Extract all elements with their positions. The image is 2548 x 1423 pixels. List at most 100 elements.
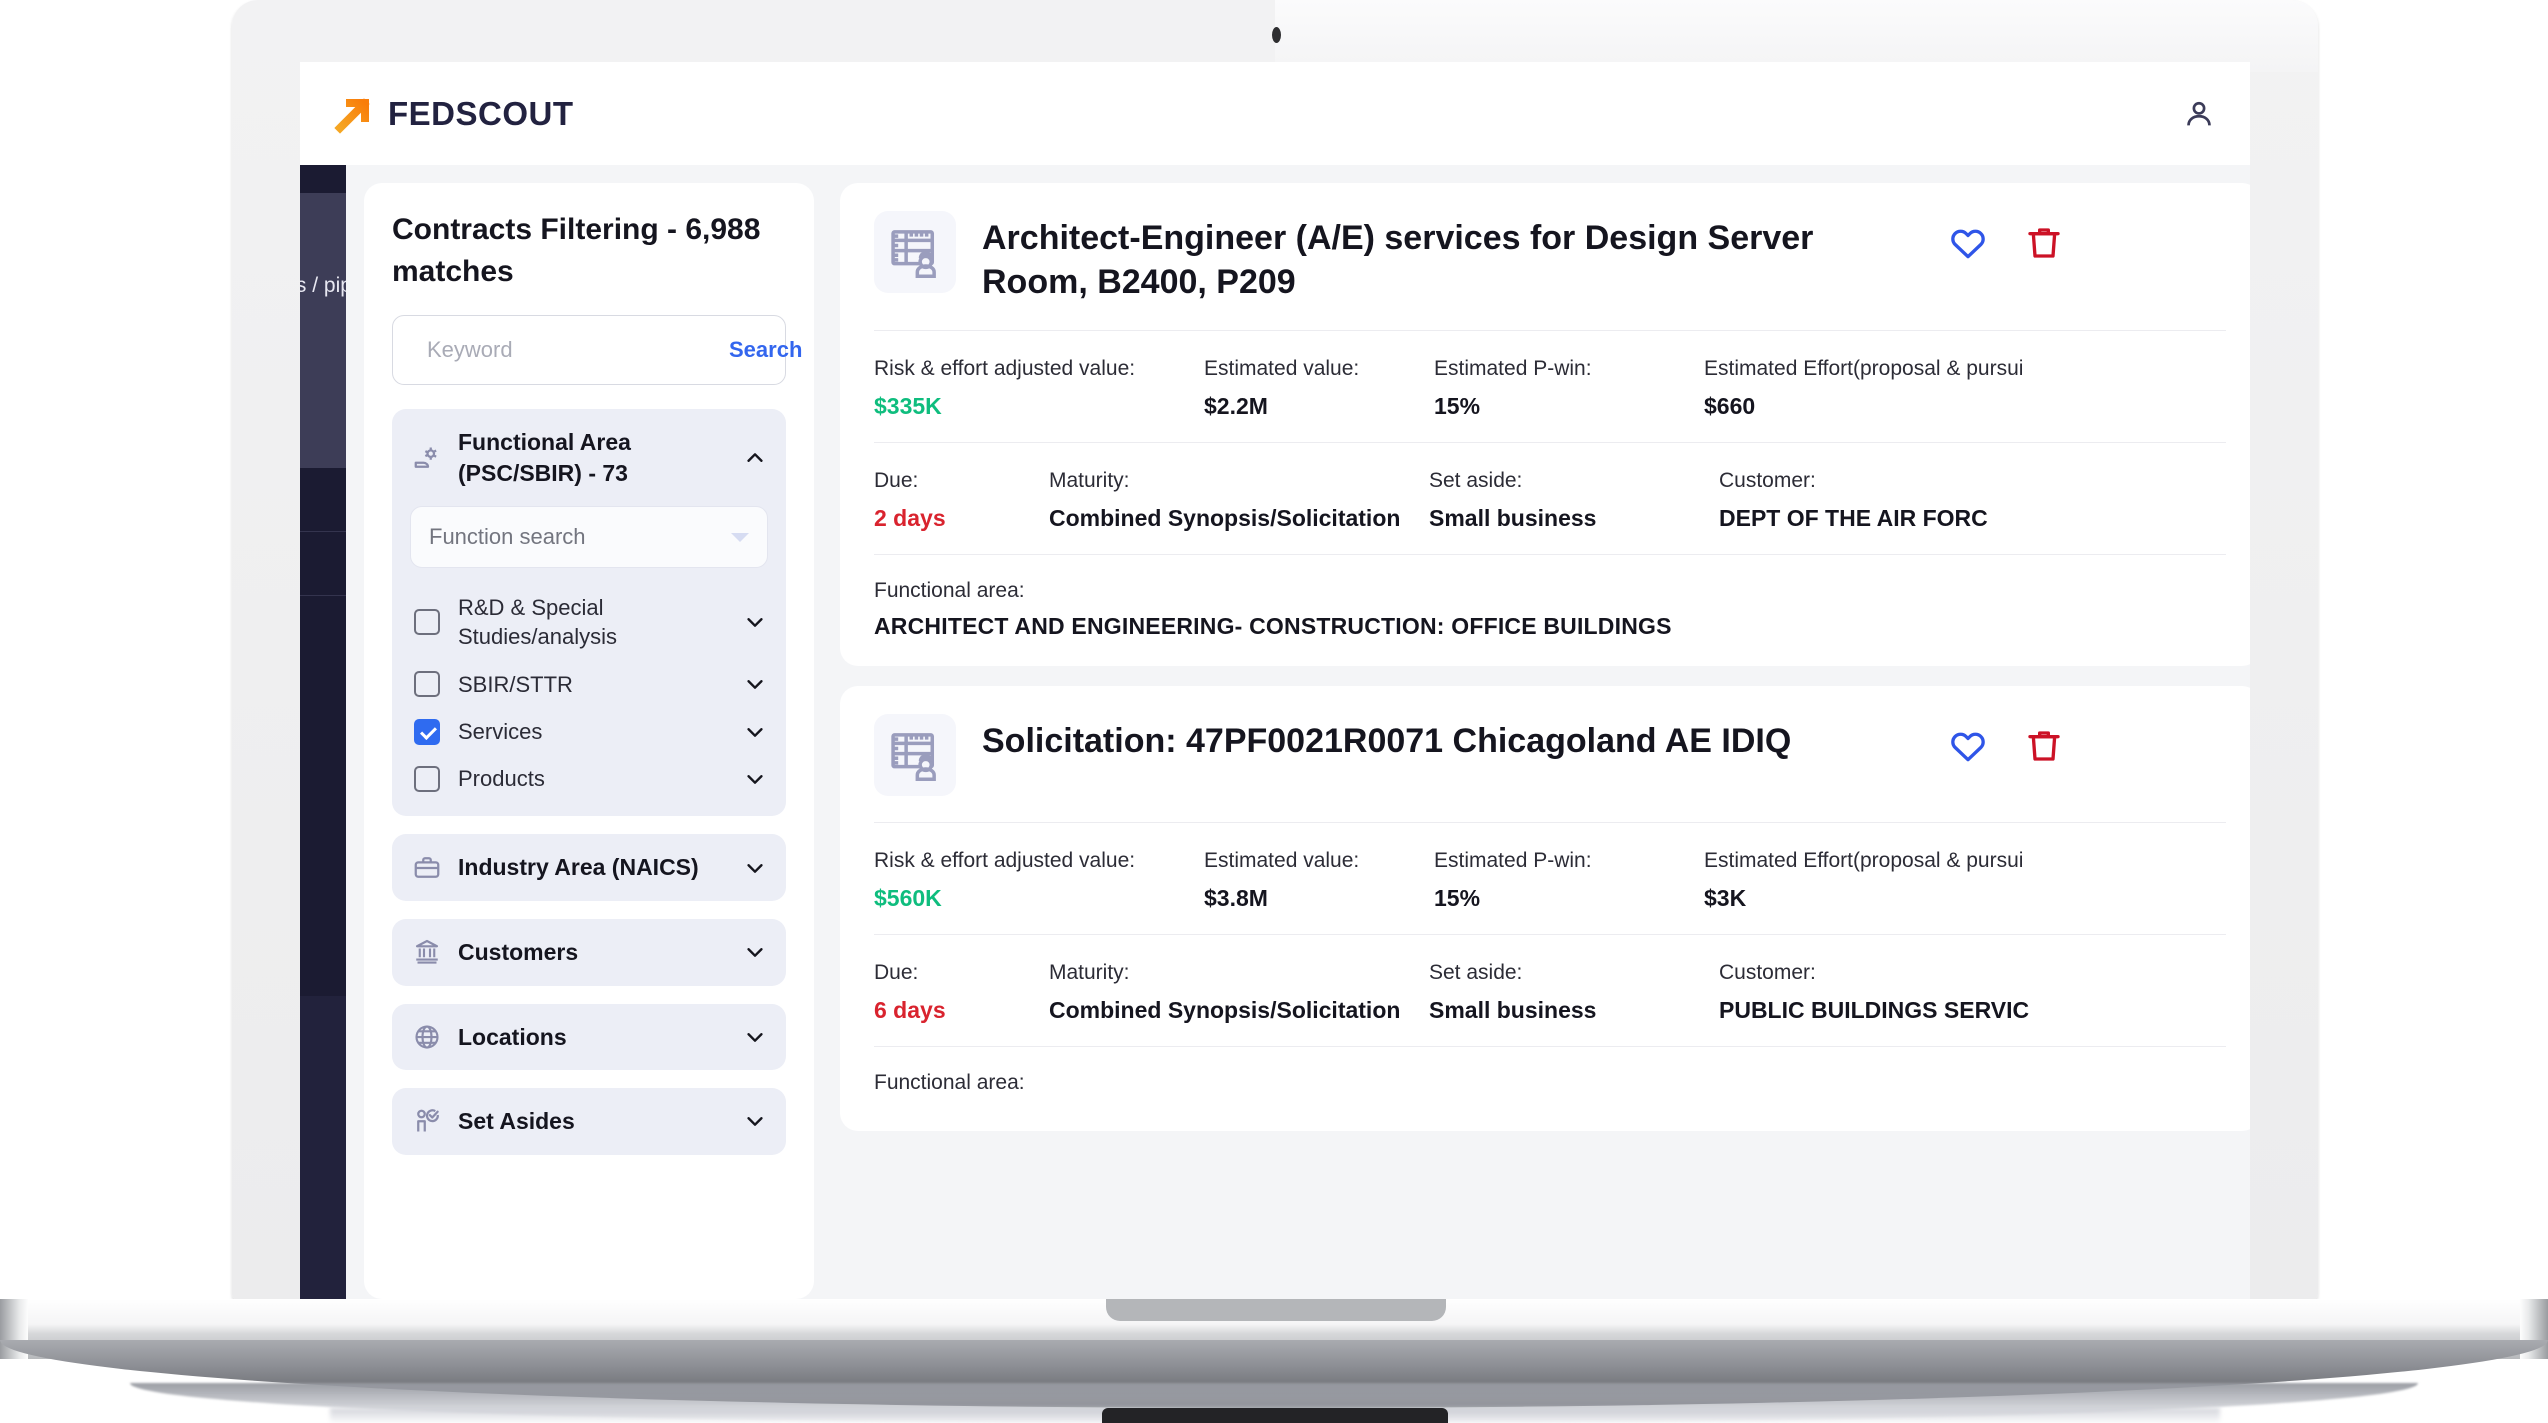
filter-option-services[interactable]: Services <box>392 708 786 755</box>
sidebar-item-companies[interactable]: Companies <box>300 468 346 531</box>
checkbox[interactable] <box>414 765 440 792</box>
search-button[interactable]: Search <box>729 337 802 363</box>
functional-area-label: Functional area: <box>874 579 1025 603</box>
chevron-down-icon[interactable] <box>744 721 766 743</box>
filter-section-label: Functional Area (PSC/SBIR) - 73 <box>458 429 631 486</box>
metric-estimated-value: Estimated value: $3.8M <box>1204 849 1434 912</box>
filter-option-label: Services <box>458 718 543 744</box>
sidebar-item-label: Saved searches / pipelines <box>300 274 346 297</box>
function-search-box[interactable] <box>410 506 768 569</box>
metric-estimated-value: Estimated value: $2.2M <box>1204 357 1434 420</box>
filter-section-header[interactable]: Industry Area (NAICS) <box>392 834 786 901</box>
filter-section-customers: Customers <box>392 918 786 986</box>
metric-label: Estimated P-win: <box>1434 357 1592 381</box>
detail-label: Customer: <box>1719 469 1816 493</box>
chevron-down-icon[interactable] <box>744 1110 766 1132</box>
metric-value: 15% <box>1434 393 1481 420</box>
brand-logo[interactable]: FEDSCOUT <box>334 94 574 134</box>
filter-option-products[interactable]: Products <box>392 755 786 802</box>
filter-option-rd-special-studies[interactable]: R&D & Special Studies/analysis <box>392 584 786 661</box>
card-metrics-row: Risk & effort adjusted value: $335K Esti… <box>874 331 2226 442</box>
metric-value: $560K <box>874 885 942 912</box>
filter-option-label: SBIR/STTR <box>458 671 573 697</box>
detail-value: Combined Synopsis/Solicitation <box>1049 505 1401 532</box>
detail-value: DEPT OF THE AIR FORC <box>1719 505 1988 532</box>
card-title[interactable]: Solicitation: 47PF0021R0071 Chicagoland … <box>982 714 1922 764</box>
metric-value: $660 <box>1704 393 1756 420</box>
content-area: Contracts Filtering - 6,988 matches Sear… <box>346 165 2250 1299</box>
fedscout-app: FEDSCOUT s / pi Contracts Filtering - 6,… <box>300 62 2250 1299</box>
trash-icon[interactable] <box>2024 726 2064 766</box>
filter-section-label: Set Asides <box>458 1108 575 1135</box>
detail-customer: Customer: DEPT OF THE AIR FORC <box>1719 469 2226 532</box>
detail-label: Due: <box>874 961 919 985</box>
chevron-up-icon[interactable] <box>744 447 766 469</box>
chevron-down-icon[interactable] <box>744 941 766 963</box>
metric-label: Estimated Effort(proposal & pursui <box>1704 849 2024 873</box>
left-nav-rail-inner: Contracts Saved searches / pipelines Sav… <box>300 165 346 996</box>
contract-card[interactable]: Architect-Engineer (A/E) services for De… <box>840 183 2250 667</box>
chevron-down-icon[interactable] <box>731 532 749 542</box>
filter-section-header[interactable]: Customers <box>392 919 786 986</box>
heart-outline-icon[interactable] <box>1948 223 1988 263</box>
screen-viewport: FEDSCOUT s / pi Contracts Filtering - 6,… <box>300 62 2250 1299</box>
card-thumbnail <box>874 714 956 797</box>
blueprint-engineer-icon <box>891 733 936 782</box>
filter-option-sbir-sttr[interactable]: SBIR/STTR <box>392 661 786 708</box>
checkbox[interactable] <box>414 609 440 636</box>
brand-name: FEDSCOUT <box>388 94 574 132</box>
sidebar-item-saved-searches[interactable]: Saved searches / pipelines <box>300 256 346 342</box>
filter-section-label: Industry Area (NAICS) <box>458 854 699 881</box>
contract-card[interactable]: Solicitation: 47PF0021R0071 Chicagoland … <box>840 686 2250 1132</box>
chevron-down-icon[interactable] <box>744 768 766 790</box>
metric-estimated-pwin: Estimated P-win: 15% <box>1434 357 1704 420</box>
card-header: Architect-Engineer (A/E) services for De… <box>874 211 2226 330</box>
laptop-mockup-scene: FEDSCOUT s / pi Contracts Filtering - 6,… <box>0 0 2548 1423</box>
trash-icon[interactable] <box>2024 223 2064 263</box>
orange-arrow-up-right-icon <box>334 97 370 134</box>
left-nav-rail: Contracts Saved searches / pipelines Sav… <box>300 165 346 1299</box>
function-search-input[interactable] <box>429 524 731 551</box>
keyword-search-box[interactable]: Search <box>392 315 802 385</box>
sidebar-item-videos[interactable]: Videos <box>300 532 346 595</box>
detail-customer: Customer: PUBLIC BUILDINGS SERVIC <box>1719 961 2226 1024</box>
sidebar-item-saved[interactable]: Saved <box>300 342 346 405</box>
chevron-down-icon[interactable] <box>744 673 766 695</box>
blueprint-engineer-icon <box>891 230 936 279</box>
metric-value: $2.2M <box>1204 393 1268 420</box>
chevron-down-icon[interactable] <box>744 611 766 633</box>
detail-label: Set aside: <box>1429 961 1523 985</box>
person-check-icon <box>417 1109 439 1132</box>
functional-area-value: ARCHITECT AND ENGINEERING- CONSTRUCTION:… <box>874 613 1672 640</box>
checkbox[interactable] <box>414 671 440 698</box>
metric-estimated-pwin: Estimated P-win: 15% <box>1434 849 1704 912</box>
card-title[interactable]: Architect-Engineer (A/E) services for De… <box>982 211 1922 304</box>
metric-label: Estimated value: <box>1204 357 1360 381</box>
card-details-row: Due: 2 days Maturity: Combined Synopsis/… <box>874 443 2226 554</box>
chevron-down-icon[interactable] <box>744 857 766 879</box>
sidebar-item-research[interactable]: Research <box>300 405 346 468</box>
checkbox[interactable] <box>414 718 440 745</box>
top-bar: FEDSCOUT <box>300 62 2250 165</box>
search-input[interactable] <box>427 337 715 363</box>
filter-section-set-asides: Set Asides <box>392 1088 786 1155</box>
filter-section-header[interactable]: Functional Area (PSC/SBIR) - 73 <box>392 409 786 506</box>
chevron-down-icon[interactable] <box>744 1026 766 1048</box>
account-button[interactable] <box>2182 97 2216 131</box>
nav-group-primary: Contracts Saved searches / pipelines Sav… <box>300 193 346 468</box>
detail-due: Due: 2 days <box>874 469 1049 532</box>
sidebar-item-contracts[interactable]: Contracts <box>300 193 346 256</box>
heart-outline-icon[interactable] <box>1948 726 1988 766</box>
detail-maturity: Maturity: Combined Synopsis/Solicitation <box>1049 961 1429 1024</box>
filter-option-label: R&D & Special Studies/analysis <box>458 595 617 650</box>
page-title: Contracts Filtering - 6,988 matches <box>392 213 761 288</box>
detail-value: 2 days <box>874 505 946 532</box>
card-details-row: Due: 6 days Maturity: Combined Synopsis/… <box>874 935 2226 1046</box>
card-metrics-row: Risk & effort adjusted value: $560K Esti… <box>874 823 2226 934</box>
metric-value: $3.8M <box>1204 885 1268 912</box>
account-icon <box>2187 101 2211 125</box>
filter-section-header[interactable]: Locations <box>392 1004 786 1071</box>
filter-section-header[interactable]: Set Asides <box>392 1088 786 1155</box>
globe-icon <box>415 1025 439 1049</box>
government-building-icon <box>415 940 439 964</box>
